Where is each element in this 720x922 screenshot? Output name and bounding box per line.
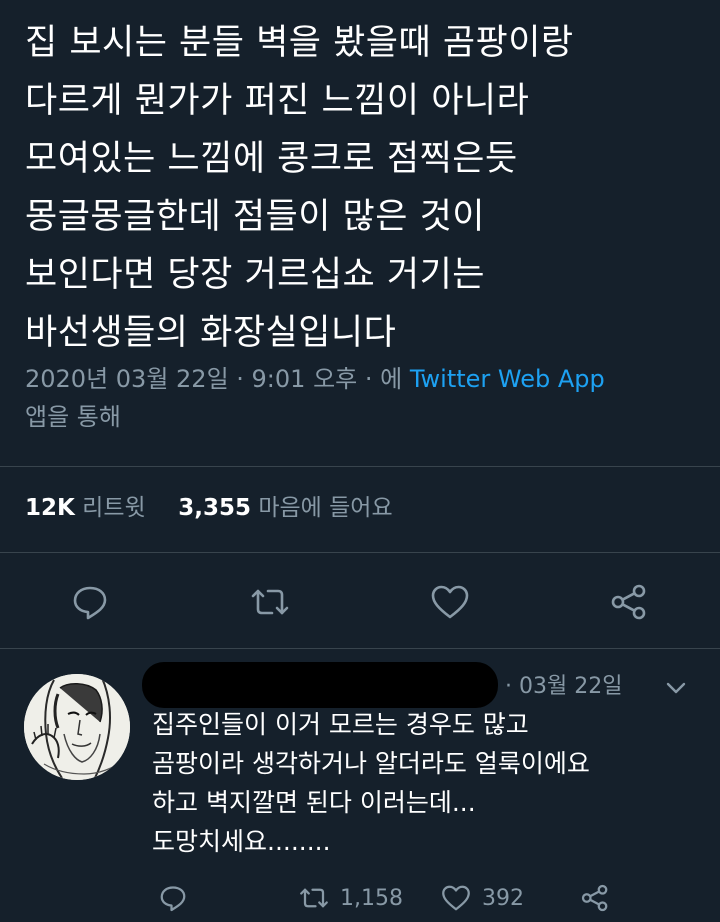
tweet-timestamp: 2020년 03월 22일 · 9:01 오후 · 에 [25,365,410,393]
tweet-line: 다르게 뭔가가 퍼진 느낌이 아니라 [25,81,530,121]
reply-reply-button[interactable] [158,878,188,918]
reply-like-button[interactable]: 392 [440,878,524,918]
redacted-username [142,662,498,708]
retweet-count: 12K [25,495,75,521]
reply-tweet[interactable]: · 03월 22일 집주인들이 이거 모르는 경우도 많고 곰팡이라 생각하거나… [0,660,720,922]
reply-share-button[interactable] [580,878,610,918]
tweet-line: 몽글몽글한데 점들이 많은 것이 [25,197,485,237]
like-count: 3,355 [178,495,252,521]
tweet-source-suffix: 앱을 통해 [25,403,121,431]
like-button[interactable] [426,578,474,626]
retweet-icon [251,589,289,615]
reply-line: 하고 벽지깔면 된다 이러는데... [152,788,476,817]
tweet-line: 보인다면 당장 거르십쇼 거기는 [25,255,485,295]
heart-icon [431,585,469,619]
reply-retweet-button[interactable]: 1,158 [298,878,403,918]
divider [0,648,720,649]
reply-button[interactable] [66,578,114,626]
tweet-source-link[interactable]: Twitter Web App [410,365,605,393]
retweet-label: 리트윗 [82,495,146,521]
avatar-sketch [24,674,130,780]
reply-timestamp: · 03월 22일 [505,674,623,699]
tweet-line: 모여있는 느낌에 콩크로 점찍은듯 [25,139,518,179]
tweet-stats: 12K 리트윗 3,355 마음에 들어요 [25,490,393,526]
like-label: 마음에 들어요 [258,495,393,521]
reply-line: 도망치세요........ [152,827,331,856]
retweet-icon [300,888,328,908]
likes-stat[interactable]: 3,355 마음에 들어요 [178,495,392,521]
reply-icon [73,586,107,620]
reply-like-count: 392 [482,885,524,911]
reply-line: 집주인들이 이거 모르는 경우도 많고 [152,710,529,739]
retweets-stat[interactable]: 12K 리트윗 [25,495,146,521]
share-icon [611,584,646,620]
share-button[interactable] [605,578,653,626]
share-icon [581,884,608,912]
reply-icon [160,886,186,912]
reply-line: 곰팡이라 생각하거나 알더라도 얼룩이에요 [152,749,590,778]
divider [0,552,720,553]
reply-retweet-count: 1,158 [340,885,403,911]
tweet-metadata: 2020년 03월 22일 · 9:01 오후 · 에 Twitter Web … [25,360,695,436]
tweet-line: 바선생들의 화장실입니다 [25,313,397,353]
avatar[interactable] [24,674,130,780]
chevron-down-icon[interactable] [662,674,690,702]
heart-icon [442,885,470,911]
tweet-action-bar [0,578,720,626]
divider [0,466,720,467]
retweet-button[interactable] [246,578,294,626]
reply-text: 집주인들이 이거 모르는 경우도 많고 곰팡이라 생각하거나 알더라도 얼룩이에… [152,705,702,861]
tweet-text: 집 보시는 분들 벽을 봤을때 곰팡이랑 다르게 뭔가가 퍼진 느낌이 아니라 … [25,14,705,362]
tweet-line: 집 보시는 분들 벽을 봤을때 곰팡이랑 [25,23,574,63]
